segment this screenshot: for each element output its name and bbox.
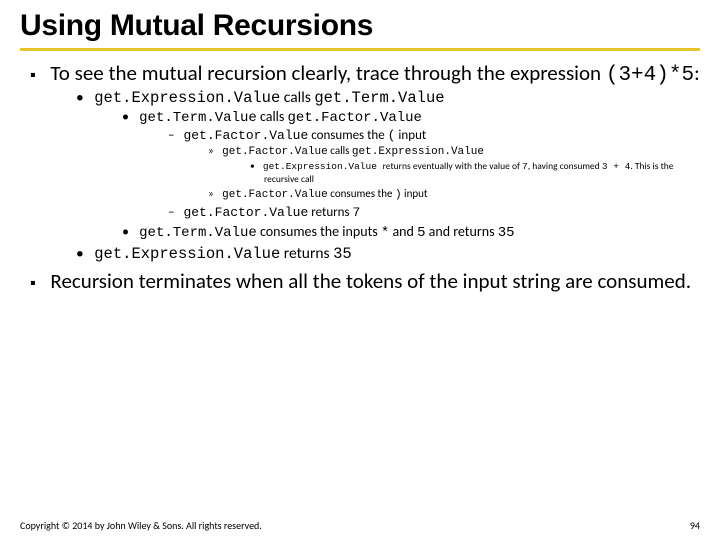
text: , having consumed — [528, 160, 602, 172]
text: and — [389, 223, 417, 240]
copyright-text: Copyright © 2014 by John Wiley & Sons. A… — [20, 519, 262, 532]
page-number: 94 — [690, 519, 700, 532]
code-text: get.Factor.Value — [183, 205, 308, 220]
code-text: 35 — [498, 225, 515, 241]
text: : — [694, 60, 700, 86]
code-text: get.Factor.Value — [222, 146, 328, 158]
text: To see the mutual recursion clearly, tra… — [50, 60, 605, 86]
text: Recursion terminates when all the tokens… — [50, 268, 691, 294]
bullet-lvl1: Recursion terminates when all the tokens… — [28, 269, 700, 295]
text: returns — [308, 205, 352, 220]
text: input — [402, 187, 428, 200]
bullet-lvl1: To see the mutual recursion clearly, tra… — [28, 61, 700, 265]
bullet-lvl6: get.Expression.Value returns eventually … — [250, 160, 700, 186]
text: returns eventually with the value of — [383, 160, 522, 172]
code-text: get.Factor.Value — [222, 189, 328, 201]
text: and returns — [425, 223, 497, 240]
text: calls — [257, 108, 288, 125]
code-text: 7 — [353, 205, 361, 220]
code-text: get.Term.Value — [314, 89, 444, 107]
bullet-list: To see the mutual recursion clearly, tra… — [20, 61, 700, 295]
bullet-lvl3: get.Term.Value calls get.Factor.Value ge… — [122, 108, 700, 220]
bullet-lvl5: get.Factor.Value calls get.Expression.Va… — [208, 144, 700, 185]
text: returns — [280, 244, 333, 263]
bullet-lvl2: get.Expression.Value calls get.Term.Valu… — [76, 88, 700, 242]
slide-title: Using Mutual Recursions — [20, 10, 700, 42]
text: input — [395, 128, 426, 143]
code-text: get.Term.Value — [139, 225, 257, 241]
code-text: get.Term.Value — [139, 110, 257, 126]
code-text: get.Expression.Value — [352, 146, 484, 158]
code-text: 3 + 4 — [602, 161, 631, 172]
text: consumes the inputs — [257, 223, 381, 240]
text: consumes the — [308, 128, 387, 143]
code-text: get.Factor.Value — [288, 110, 422, 126]
text: consumes the — [328, 187, 395, 200]
bullet-lvl4: get.Factor.Value consumes the ( input ge… — [168, 128, 700, 203]
text: calls — [328, 144, 352, 157]
bullet-lvl4: get.Factor.Value returns 7 — [168, 205, 700, 221]
footer: Copyright © 2014 by John Wiley & Sons. A… — [20, 519, 700, 532]
bullet-lvl3: get.Term.Value consumes the inputs * and… — [122, 223, 700, 243]
bullet-lvl2: get.Expression.Value returns 35 — [76, 244, 700, 264]
text: calls — [280, 88, 314, 107]
code-text: get.Expression.Value — [94, 89, 280, 107]
code-text: get.Factor.Value — [183, 128, 308, 143]
code-text: ) — [395, 189, 402, 201]
bullet-lvl5: get.Factor.Value consumes the ) input — [208, 187, 700, 202]
title-underline — [20, 48, 700, 51]
code-text: 35 — [333, 245, 352, 263]
code-text: (3+4)*5 — [606, 64, 694, 87]
code-text: get.Expression.Value — [263, 161, 383, 172]
code-text: get.Expression.Value — [94, 245, 280, 263]
slide: Using Mutual Recursions To see the mutua… — [0, 0, 720, 540]
